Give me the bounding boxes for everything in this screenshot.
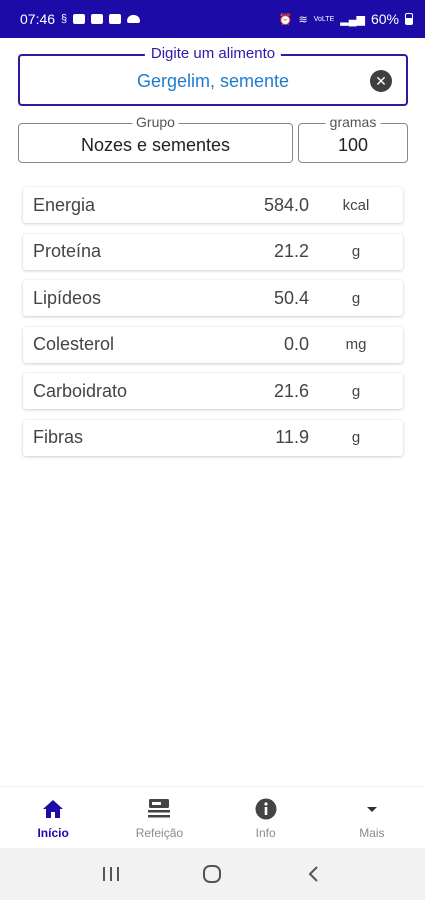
nutrient-value: 584.0	[263, 194, 309, 215]
nutrient-row-carboidrato: Carboidrato 21.6 g	[23, 373, 403, 409]
search-input[interactable]: Gergelim, semente	[20, 71, 406, 92]
nav-label: Refeição	[135, 826, 184, 840]
back-icon[interactable]	[294, 854, 334, 894]
network-label: VoLTE	[313, 15, 335, 23]
wifi-icon: ≋	[298, 13, 308, 26]
nutrient-value: 21.2	[273, 241, 309, 261]
youtube-icon	[73, 14, 86, 24]
nutrient-unit: g	[351, 289, 361, 307]
nav-item-inicio[interactable]: Início	[0, 787, 106, 848]
search-label: Digite um alimento	[144, 45, 282, 62]
nutrient-value: 21.6	[273, 380, 309, 401]
grams-label: gramas	[325, 114, 381, 130]
meal-tray-icon	[147, 797, 171, 821]
grams-input[interactable]: 100	[299, 135, 407, 156]
nutrient-value: 11.9	[275, 427, 309, 447]
system-nav-bar	[0, 848, 425, 900]
nutrient-name: Colesterol	[33, 334, 115, 354]
group-label: Grupo	[132, 114, 179, 130]
status-bar: 07:46 § ⏰ ≋ VoLTE ▂▄▆ 60%	[0, 0, 425, 38]
group-value[interactable]: Nozes e sementes	[19, 135, 292, 156]
nav-label: Início	[37, 826, 69, 840]
nutrient-unit: g	[351, 429, 361, 446]
nutrient-value: 50.4	[273, 287, 309, 308]
close-circle-icon[interactable]: ✕	[370, 70, 392, 92]
cloud-icon	[127, 15, 141, 23]
nav-item-info[interactable]: Info	[213, 787, 319, 848]
nutrient-name: Fibras	[33, 427, 84, 447]
nutrient-value: 0.0	[283, 334, 309, 354]
status-left: 07:46 §	[20, 11, 141, 27]
status-right: ⏰ ≋ VoLTE ▂▄▆ 60%	[279, 11, 413, 27]
nutrient-row-lipideos: Lipídeos 50.4 g	[23, 280, 403, 316]
nutrient-name: Energia	[33, 194, 96, 215]
dropdown-icon	[365, 797, 379, 821]
nutrient-name: Carboidrato	[33, 380, 128, 401]
nav-label: Mais	[359, 826, 385, 840]
home-button-icon[interactable]	[192, 854, 232, 894]
nutrient-unit: mg	[345, 336, 367, 353]
alarm-icon: ⏰	[278, 13, 293, 26]
signal-icon: ▂▄▆	[340, 13, 365, 26]
recent-apps-icon[interactable]	[91, 854, 131, 894]
nav-label: Info	[255, 826, 276, 840]
nutrient-unit: kcal	[342, 196, 370, 214]
nutrient-name: Lipídeos	[33, 287, 102, 308]
food-search-field[interactable]: Digite um alimento Gergelim, semente ✕	[18, 45, 408, 106]
bottom-nav: Início Refeição Info Mais	[0, 786, 425, 848]
nutrient-unit: g	[351, 382, 361, 400]
nutrient-row-colesterol: Colesterol 0.0 mg	[23, 326, 403, 363]
gallery-icon	[109, 14, 122, 24]
status-time: 07:46	[20, 11, 56, 27]
nutrient-unit: g	[351, 243, 361, 260]
nutrient-row-proteina: Proteína 21.2 g	[23, 233, 403, 270]
mail-icon	[91, 14, 104, 24]
battery-percent: 60%	[370, 11, 399, 27]
battery-icon	[405, 13, 413, 25]
home-icon	[42, 797, 64, 821]
nutrient-name: Proteína	[33, 241, 102, 261]
nutrient-list: Energia 584.0 kcal Proteína 21.2 g Lipíd…	[23, 187, 403, 466]
group-field[interactable]: Grupo Nozes e sementes	[18, 114, 293, 163]
grams-field[interactable]: gramas 100	[298, 114, 408, 163]
nav-item-refeicao[interactable]: Refeição	[106, 787, 212, 848]
notification-icon: §	[61, 13, 68, 25]
info-icon	[255, 797, 277, 821]
nutrient-row-energia: Energia 584.0 kcal	[23, 187, 403, 223]
nav-item-mais[interactable]: Mais	[319, 787, 425, 848]
nutrient-row-fibras: Fibras 11.9 g	[23, 419, 403, 456]
